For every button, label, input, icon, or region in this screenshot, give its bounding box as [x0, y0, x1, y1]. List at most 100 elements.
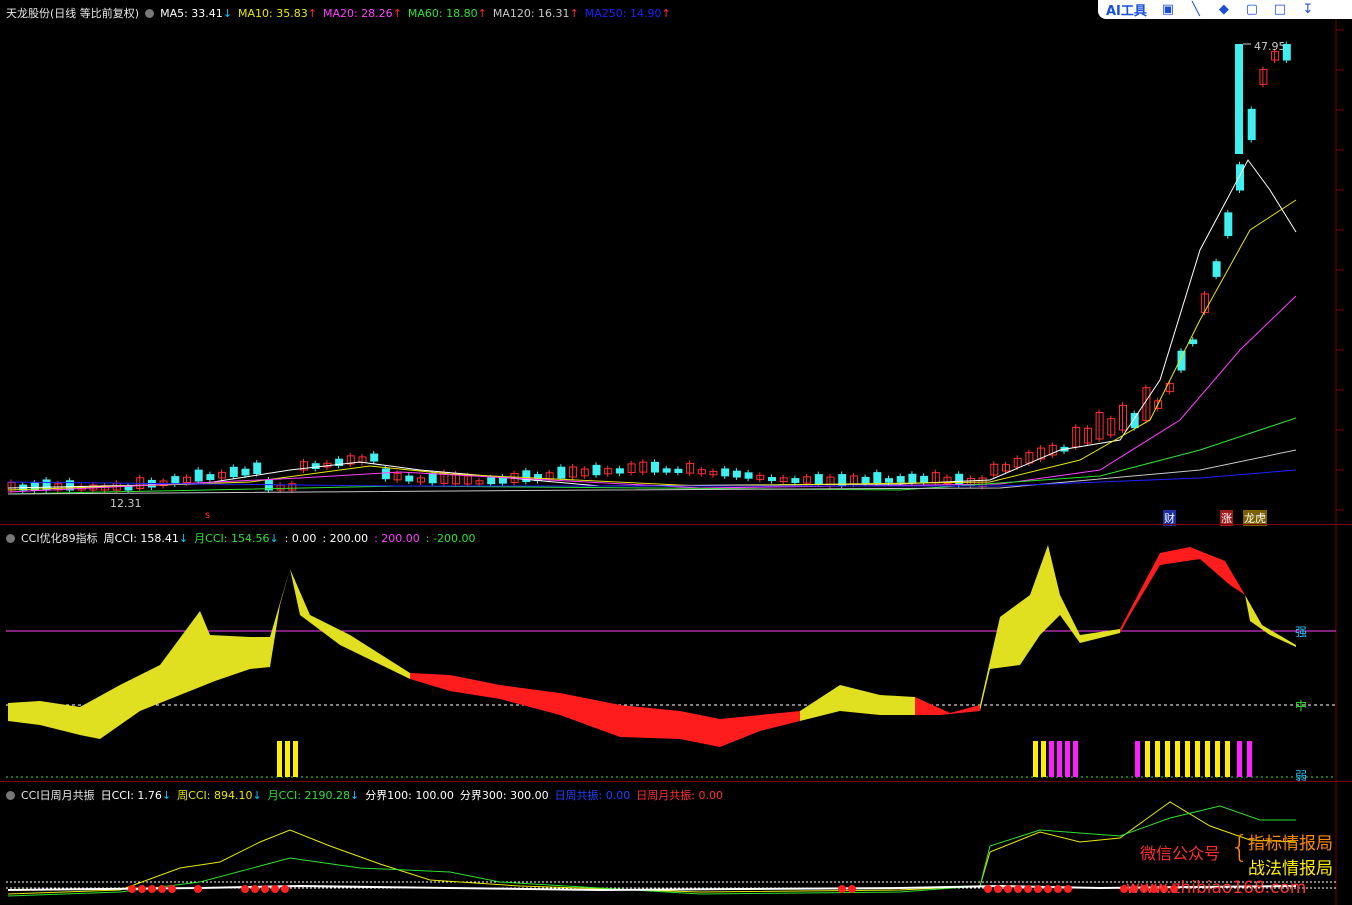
signal-bar [1049, 741, 1054, 777]
signal-bar [1041, 741, 1046, 777]
cci2-legend-item: 周CCI: 894.10↓ [177, 789, 262, 802]
candle-body [229, 466, 238, 478]
candle-body [487, 477, 496, 485]
candle-body [171, 476, 180, 485]
signal-bar [277, 741, 282, 777]
candle-body [557, 466, 566, 479]
resonance-marker [1024, 885, 1032, 893]
signal-bar [1135, 741, 1140, 777]
cci1-legend-item: : -200.00 [425, 532, 476, 545]
wechat-label: 微信公众号 [1140, 844, 1221, 863]
candle-body [838, 474, 847, 486]
resonance-marker [168, 885, 176, 893]
signal-bar [293, 741, 298, 777]
signal-bar [1155, 741, 1160, 777]
signal-bar [1237, 741, 1242, 777]
candle-body [721, 468, 730, 477]
candle-body [1236, 164, 1244, 191]
cci2-legend-item: 分界100: 100.00 [365, 789, 454, 802]
settings-icon[interactable] [6, 791, 15, 800]
strong-axis-label: 强 [1295, 625, 1308, 639]
price-chart[interactable] [0, 0, 1352, 524]
candle-body [873, 472, 882, 484]
resonance-marker [281, 885, 289, 893]
watermark-line2: 战法情报局 [1248, 859, 1333, 879]
cci-resonance-panel[interactable]: CCI日周月共振 日CCI: 1.76↓ 周CCI: 894.10↓ 月CCI: 21… [0, 781, 1352, 905]
settings-icon[interactable] [145, 9, 155, 18]
cci-band-yellow [290, 569, 410, 679]
brace-icon: { [1230, 830, 1250, 865]
resonance-marker [1034, 885, 1042, 893]
cci-band-red [1120, 547, 1245, 633]
image-icon[interactable]: ▢ [1245, 2, 1259, 17]
eraser-icon[interactable]: ◆ [1217, 2, 1231, 17]
ma-legend-item: MA250: 14.90↑ [584, 7, 671, 20]
candle-body [885, 478, 893, 483]
candle-body [253, 462, 262, 475]
candle-body [651, 461, 659, 473]
ma-legend-item: MA20: 28.26↑ [322, 7, 402, 20]
cci1-title: CCI优化89指标 [21, 532, 98, 545]
cci1-legend-item: : 0.00 [284, 532, 317, 545]
candle-body [662, 468, 671, 473]
signal-bar [1073, 741, 1078, 777]
resonance-marker [271, 885, 279, 893]
resonance-marker [158, 885, 166, 893]
candle-body [744, 472, 753, 479]
candle-body [405, 475, 414, 482]
candle-body [1235, 44, 1243, 154]
candle-body [615, 468, 624, 474]
note-icon[interactable]: ▣ [1161, 2, 1175, 17]
candle-body [1247, 108, 1256, 141]
candle-body [1212, 261, 1221, 277]
floating-toolbar[interactable]: AI工具 ▣ ╲ ◆ ▢ □ ↧ [1098, 0, 1352, 19]
signal-bar [1247, 741, 1252, 777]
resonance-marker [251, 885, 259, 893]
signal-bar [285, 741, 290, 777]
signal-bar [1057, 741, 1062, 777]
candle-body [814, 474, 823, 485]
ma10-line [7, 199, 1297, 491]
cci1-legend-item: 周CCI: 158.41↓ [103, 532, 189, 545]
candle-body [674, 468, 683, 473]
candle-body [1130, 413, 1139, 429]
signal-bar [1185, 741, 1190, 777]
candle-body [861, 476, 870, 484]
candle-body [124, 486, 133, 491]
candle-body [791, 478, 800, 483]
settings-icon[interactable] [6, 534, 15, 543]
signal-bar [1175, 741, 1180, 777]
cci-band-yellow [1245, 595, 1296, 647]
resonance-marker [194, 885, 202, 893]
resonance-marker [994, 885, 1002, 893]
cci-optimized-chart[interactable] [0, 525, 1352, 781]
copy-icon[interactable]: □ [1273, 2, 1287, 17]
ai-tools-button[interactable]: AI工具 [1106, 0, 1147, 19]
draw-line-icon[interactable]: ╲ [1189, 2, 1203, 17]
high-price-label: 47.95 [1254, 40, 1286, 53]
signal-bar [1033, 741, 1038, 777]
resonance-marker [148, 885, 156, 893]
ma-legend-item: MA60: 18.80↑ [407, 7, 487, 20]
cci-band-yellow [800, 685, 915, 721]
cci2-legend: CCI日周月共振 日CCI: 1.76↓ 周CCI: 894.10↓ 月CCI: 21… [6, 787, 735, 803]
candle-body [428, 473, 437, 484]
candle-body [920, 475, 929, 483]
ma-legend-item: MA10: 35.83↑ [238, 7, 317, 20]
candle-body [206, 474, 215, 480]
resonance-marker [241, 885, 249, 893]
price-chart-panel[interactable]: 天龙股份(日线 等比前复权) MA5: 33.41↓ MA10: 35.83↑ MA2… [0, 0, 1352, 526]
signal-bar [1165, 741, 1170, 777]
download-icon[interactable]: ↧ [1301, 2, 1315, 17]
watermark-line1: 指标情报局 [1248, 834, 1333, 854]
watermark-url: www.zhibiao168.com [1126, 878, 1307, 898]
signal-bar [1205, 741, 1210, 777]
candle-body [908, 473, 917, 483]
cci1-legend-item: : 200.00 [322, 532, 369, 545]
resonance-marker [848, 885, 856, 893]
cci-optimized-panel[interactable]: CCI优化89指标 周CCI: 158.41↓ 月CCI: 154.56↓: 0.0… [0, 524, 1352, 783]
signal-bar [1145, 741, 1150, 777]
cci-band-yellow [980, 545, 1120, 711]
signal-bar [1215, 741, 1220, 777]
cci-band-yellow [8, 569, 290, 739]
